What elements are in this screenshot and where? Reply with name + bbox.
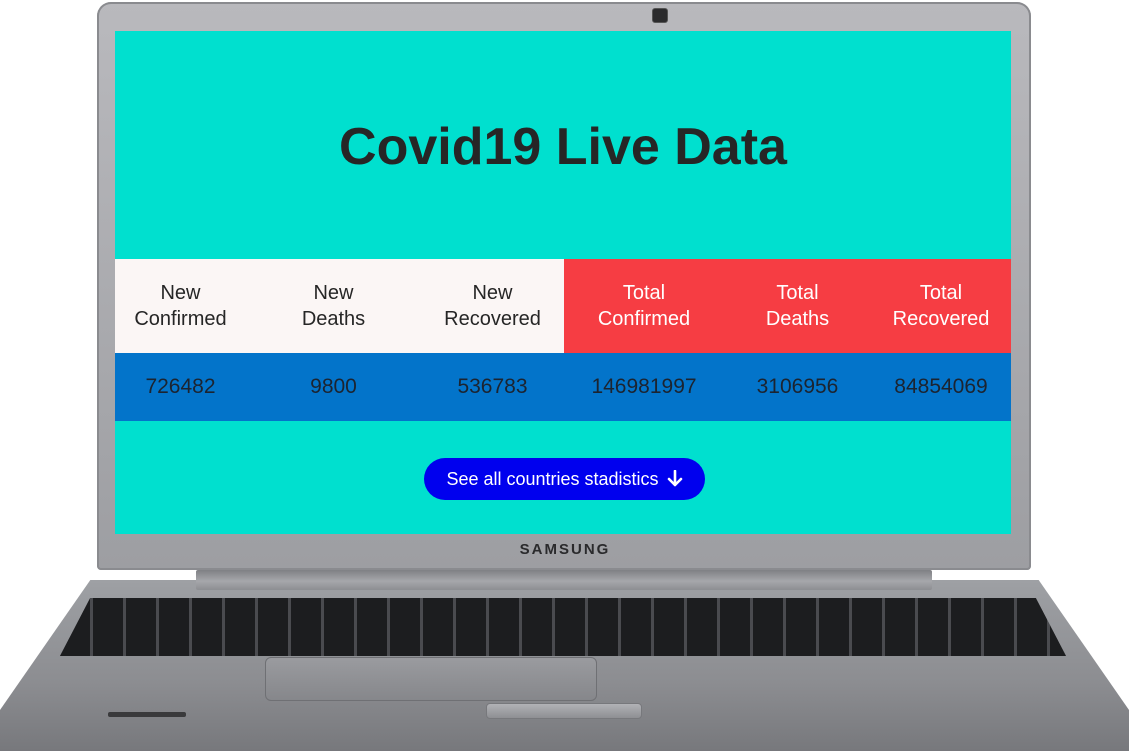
- value-new-confirmed: 726482: [145, 375, 216, 398]
- stats-values-row: 726482 9800 536783 146981997 3106956 848…: [115, 353, 1011, 421]
- brand-logo: SAMSUNG: [519, 541, 611, 558]
- header-new-confirmed: New Confirmed: [115, 259, 246, 353]
- laptop-side-slot: [108, 712, 186, 717]
- arrow-down-icon: [667, 470, 683, 488]
- header-new-recovered: New Recovered: [421, 259, 564, 353]
- laptop-keyboard: [60, 598, 1066, 656]
- header-total-deaths: Total Deaths: [724, 259, 871, 353]
- laptop-front-notch: [486, 703, 642, 719]
- laptop-touchpad: [265, 657, 597, 701]
- laptop-hinge: [196, 570, 932, 590]
- stats-header-row: New Confirmed New Deaths New Recovered Tota…: [115, 259, 1011, 353]
- value-total-confirmed: 146981997: [591, 375, 697, 398]
- value-new-deaths: 9800: [310, 375, 357, 398]
- page-title: Covid19 Live Data: [339, 118, 787, 176]
- value-new-recovered: 536783: [457, 375, 528, 398]
- header-total-confirmed: Total Confirmed: [564, 259, 724, 353]
- value-total-recovered: 84854069: [894, 375, 988, 398]
- see-all-countries-label: See all countries stadistics: [446, 468, 659, 489]
- webcam-icon: [652, 8, 668, 23]
- header-new-deaths: New Deaths: [246, 259, 421, 353]
- value-total-deaths: 3106956: [756, 375, 839, 398]
- header-total-recovered: Total Recovered: [871, 259, 1011, 353]
- laptop-screen: Covid19 Live Data New Confirmed New Deaths…: [115, 31, 1011, 534]
- see-all-countries-button[interactable]: See all countries stadistics: [424, 458, 705, 500]
